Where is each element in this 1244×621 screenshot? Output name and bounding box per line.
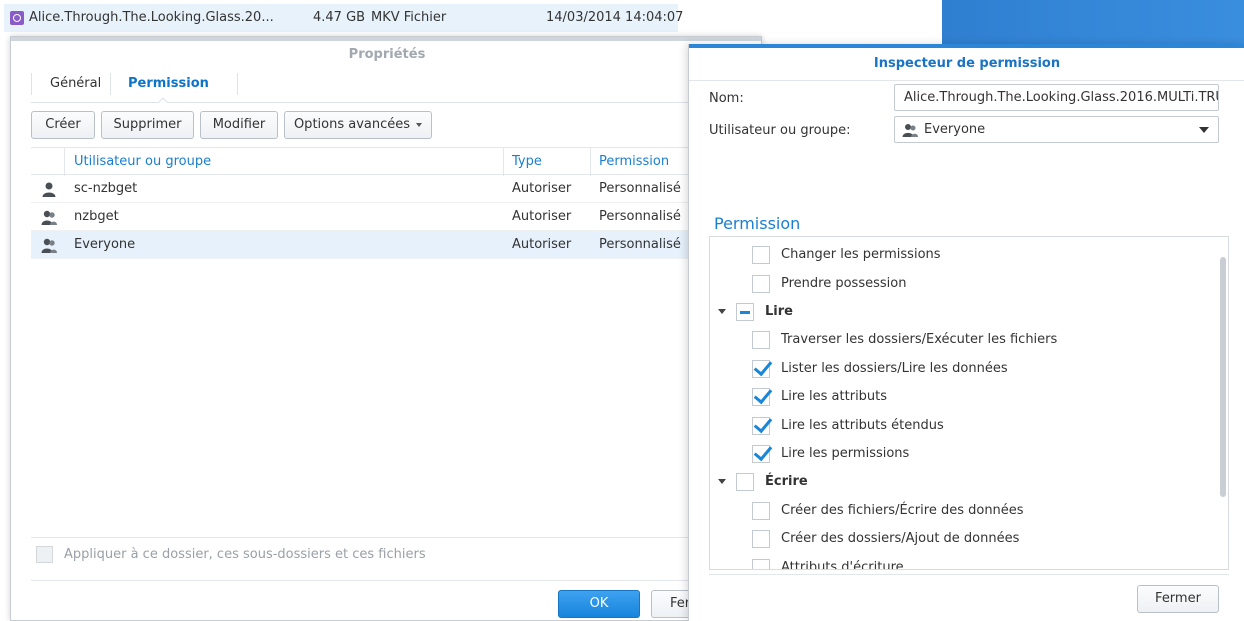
tab-general[interactable]: Général — [31, 73, 111, 95]
permission-checkbox[interactable] — [752, 445, 770, 463]
perm-item-label: Écrire — [765, 474, 808, 489]
perm-item-label: Lire — [765, 304, 793, 319]
permission-checkbox[interactable] — [752, 275, 770, 293]
perm-item-label: Changer les permissions — [781, 247, 941, 262]
perm-item-label: Lire les attributs étendus — [781, 418, 944, 433]
delete-button[interactable]: Supprimer — [101, 111, 194, 139]
video-file-icon — [10, 11, 24, 25]
active-tab-caret-icon — [158, 97, 168, 103]
column-header-permission[interactable]: Permission — [599, 154, 669, 169]
tab-bar: Général Permission — [31, 69, 751, 103]
inspector-topbar — [689, 44, 1244, 48]
column-divider — [503, 148, 504, 176]
column-header-type[interactable]: Type — [512, 154, 542, 169]
advanced-options-button[interactable]: Options avancées — [284, 111, 432, 139]
permission-checkbox[interactable] — [736, 473, 754, 491]
perm-item-label: Prendre possession — [781, 276, 907, 291]
perm-item-label: Traverser les dossiers/Exécuter les fich… — [781, 332, 1058, 347]
file-date: 14/03/2014 14:04:07 — [546, 10, 684, 25]
row-type: Autoriser — [512, 209, 572, 224]
perm-item-label: Créer des dossiers/Ajout de données — [781, 531, 1020, 546]
row-user: sc-nzbget — [74, 181, 138, 196]
permission-tree: Changer les permissions Prendre possessi… — [709, 236, 1229, 570]
perm-item-label: Lire les attributs — [781, 389, 888, 404]
user-group-value: Everyone — [924, 122, 986, 137]
user-group-label: Utilisateur ou groupe: — [709, 123, 851, 138]
dialog-title: Propriétés — [348, 47, 426, 62]
permission-checkbox[interactable] — [752, 331, 770, 349]
row-type: Autoriser — [512, 181, 572, 196]
chevron-down-icon — [1199, 127, 1209, 133]
close-inspector-button[interactable]: Fermer — [1137, 585, 1219, 613]
create-button[interactable]: Créer — [31, 111, 95, 139]
row-permission: Personnalisé — [599, 237, 681, 252]
group-icon — [41, 210, 57, 225]
column-divider — [590, 148, 591, 176]
chevron-down-icon — [416, 122, 423, 127]
row-permission: Personnalisé — [599, 209, 681, 224]
expand-arrow-icon[interactable] — [718, 479, 726, 484]
file-name: Alice.Through.The.Looking.Glass.20... — [29, 10, 274, 25]
tab-divider — [237, 73, 238, 95]
group-icon — [902, 124, 918, 137]
column-header-user[interactable]: Utilisateur ou groupe — [74, 154, 211, 169]
permission-checkbox[interactable] — [752, 502, 770, 520]
table-header: Utilisateur ou groupe Type Permission — [31, 147, 691, 176]
row-user: Everyone — [74, 237, 136, 252]
column-divider — [64, 148, 65, 176]
scrollbar-thumb[interactable] — [1220, 257, 1226, 497]
permission-section-title: Permission — [714, 214, 801, 233]
dialog-topbar — [11, 37, 761, 41]
footer-divider — [709, 574, 1229, 575]
perm-item-label: Lire les permissions — [781, 446, 910, 461]
name-field[interactable]: Alice.Through.The.Looking.Glass.2016.MUL… — [894, 84, 1219, 111]
permission-checkbox[interactable] — [752, 360, 770, 378]
permission-checkbox[interactable] — [752, 530, 770, 548]
table-row[interactable]: sc-nzbget Autoriser Personnalisé — [31, 175, 691, 203]
row-permission: Personnalisé — [599, 181, 681, 196]
ok-button[interactable]: OK — [558, 590, 640, 618]
tab-permission[interactable]: Permission — [128, 73, 209, 95]
background-file-row[interactable]: Alice.Through.The.Looking.Glass.20... 4.… — [0, 0, 700, 36]
file-size: 4.47 GB — [313, 10, 366, 25]
permission-checkbox[interactable] — [752, 246, 770, 264]
background-blue-panel — [942, 0, 1244, 46]
expand-arrow-icon[interactable] — [718, 309, 726, 314]
name-label: Nom: — [709, 91, 744, 106]
perm-item-label: Attributs d'écriture — [781, 560, 904, 570]
perm-item-label: Créer des fichiers/Écrire des données — [781, 503, 1024, 518]
user-group-select[interactable]: Everyone — [894, 116, 1219, 143]
title-divider — [689, 80, 1244, 81]
apply-recursive-checkbox[interactable] — [36, 546, 53, 563]
properties-dialog: Propriétés Général Permission Créer Supp… — [10, 36, 762, 621]
perm-item-label: Lister les dossiers/Lire les données — [781, 361, 1008, 376]
permission-checkbox[interactable] — [752, 417, 770, 435]
file-type: MKV Fichier — [371, 10, 447, 25]
apply-recursive-label: Appliquer à ce dossier, ces sous-dossier… — [64, 547, 426, 562]
inspector-title: Inspecteur de permission — [873, 56, 1061, 71]
row-type: Autoriser — [512, 237, 572, 252]
row-user: nzbget — [74, 209, 119, 224]
user-icon — [42, 182, 56, 197]
table-row[interactable]: nzbget Autoriser Personnalisé — [31, 203, 691, 231]
modify-button[interactable]: Modifier — [200, 111, 278, 139]
advanced-options-label: Options avancées — [293, 117, 411, 132]
apply-recursive-section: Appliquer à ce dossier, ces sous-dossier… — [31, 537, 751, 581]
permission-checkbox[interactable] — [752, 559, 770, 569]
permission-table: Utilisateur ou groupe Type Permission sc… — [31, 147, 691, 259]
group-icon — [41, 238, 57, 253]
table-row[interactable]: Everyone Autoriser Personnalisé — [31, 231, 691, 259]
permission-checkbox[interactable] — [736, 303, 754, 321]
permission-inspector-dialog: Inspecteur de permission Nom: Alice.Thro… — [688, 44, 1244, 621]
permission-checkbox[interactable] — [752, 388, 770, 406]
